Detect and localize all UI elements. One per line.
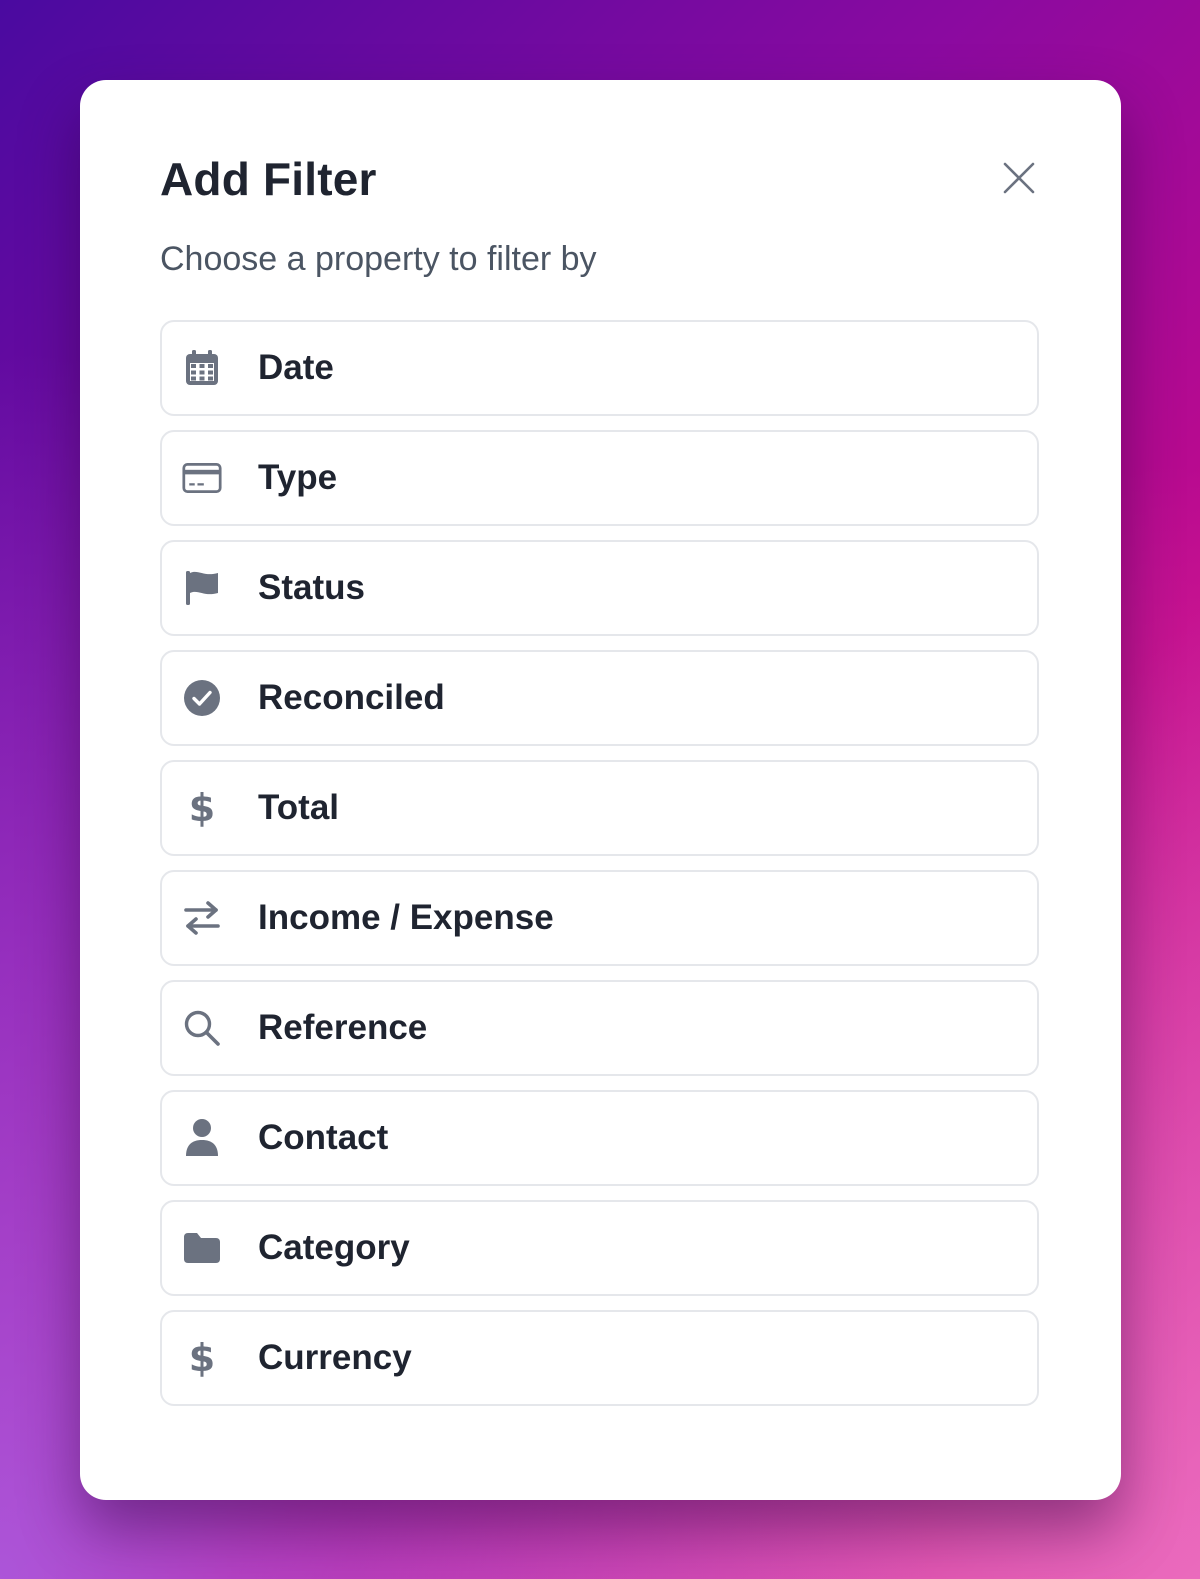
flag-icon: [182, 568, 222, 608]
close-icon: [1003, 162, 1035, 194]
filter-option-income-expense[interactable]: Income / Expense: [160, 870, 1039, 966]
filter-option-label: Income / Expense: [258, 898, 554, 937]
filter-option-label: Contact: [258, 1118, 389, 1157]
filter-option-status[interactable]: Status: [160, 540, 1039, 636]
filter-option-label: Reconciled: [258, 678, 445, 717]
filter-option-contact[interactable]: Contact: [160, 1090, 1039, 1186]
check-circle-icon: [182, 678, 222, 718]
folder-icon: [182, 1228, 222, 1268]
filter-option-label: Total: [258, 788, 340, 827]
search-icon: [182, 1008, 222, 1048]
calendar-icon: [182, 348, 222, 388]
filter-option-date[interactable]: Date: [160, 320, 1039, 416]
filter-option-currency[interactable]: $ Currency: [160, 1310, 1039, 1406]
filter-option-label: Reference: [258, 1008, 428, 1047]
dollar-icon: $: [188, 1336, 216, 1380]
dollar-icon: $: [188, 786, 216, 830]
close-button[interactable]: [999, 158, 1039, 198]
filter-option-label: Currency: [258, 1338, 412, 1377]
modal-subtitle: Choose a property to filter by: [160, 240, 597, 278]
filter-option-reconciled[interactable]: Reconciled: [160, 650, 1039, 746]
filter-option-label: Type: [258, 458, 338, 497]
add-filter-modal: Add Filter Choose a property to filter b…: [80, 80, 1121, 1500]
arrows-swap-icon: [182, 898, 222, 938]
filter-option-label: Category: [258, 1228, 410, 1267]
filter-option-reference[interactable]: Reference: [160, 980, 1039, 1076]
filter-option-category[interactable]: Category: [160, 1200, 1039, 1296]
user-icon: [182, 1118, 222, 1158]
filter-option-total[interactable]: $ Total: [160, 760, 1039, 856]
filter-option-type[interactable]: Type: [160, 430, 1039, 526]
filter-option-label: Status: [258, 568, 365, 607]
filter-options-list: Date Type Status Reconciled $ Total Inco…: [160, 320, 1039, 1420]
credit-card-icon: [182, 458, 222, 498]
modal-title: Add Filter: [160, 153, 377, 205]
filter-option-label: Date: [258, 348, 334, 387]
